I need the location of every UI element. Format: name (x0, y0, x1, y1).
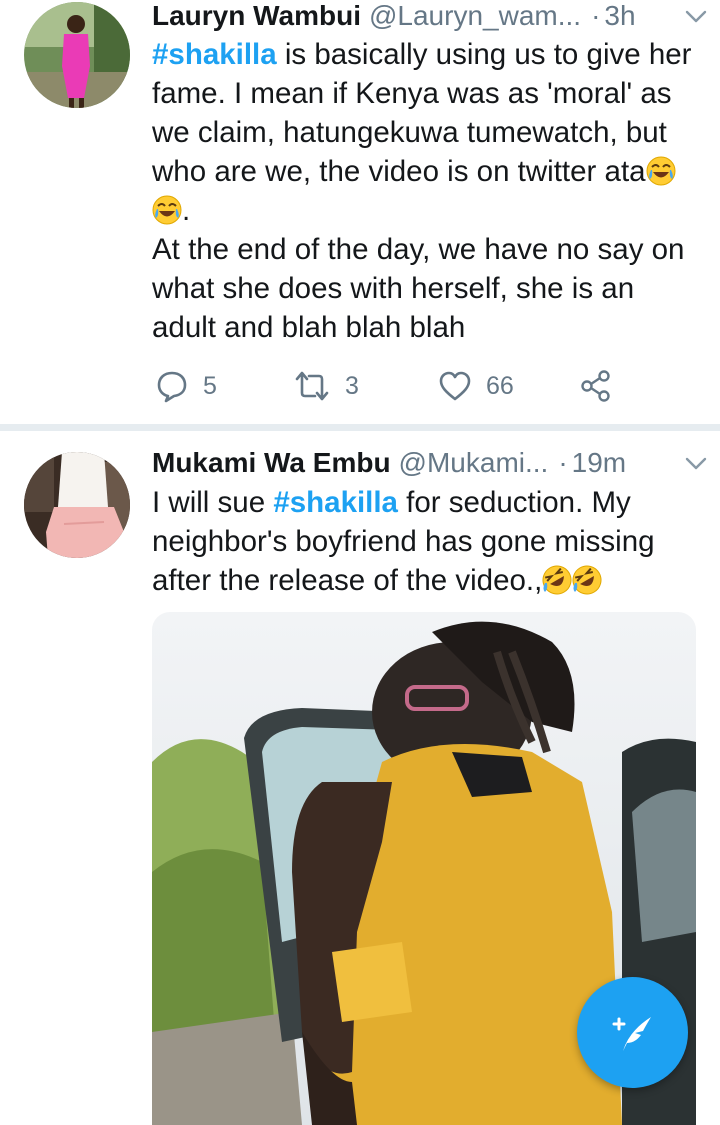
tweet-actions: 5 3 66 (155, 366, 635, 406)
like-button[interactable]: 66 (438, 366, 514, 406)
heart-icon (439, 371, 471, 401)
user-handle[interactable]: @Lauryn_wam... (369, 0, 581, 32)
tweet-paragraph: #shakilla is basically using us to give … (152, 35, 702, 230)
reply-count: 5 (203, 371, 217, 400)
chevron-down-icon[interactable] (684, 8, 708, 24)
tweet-divider (0, 424, 720, 431)
separator-dot: · (591, 0, 601, 31)
reply-icon (157, 371, 187, 403)
display-name[interactable]: Lauryn Wambui (152, 0, 361, 32)
tweet[interactable]: Lauryn Wambui @Lauryn_wam... · 3h #shaki… (0, 0, 720, 425)
timestamp[interactable]: 19m (572, 447, 626, 479)
like-count: 66 (486, 371, 514, 400)
hashtag-link[interactable]: #shakilla (152, 38, 277, 71)
avatar[interactable] (24, 452, 130, 558)
hashtag-link[interactable]: #shakilla (273, 486, 398, 519)
tweet-text: #shakilla is basically using us to give … (152, 35, 702, 347)
share-button[interactable] (579, 366, 613, 406)
retweet-count: 3 (345, 371, 359, 400)
face-with-tears-of-joy-icon (152, 195, 182, 225)
retweet-button[interactable]: 3 (293, 366, 359, 406)
rolling-on-the-floor-laughing-icon (572, 565, 602, 595)
chevron-down-icon[interactable] (684, 455, 708, 471)
timestamp[interactable]: 3h (604, 0, 635, 32)
tweet-text-segment: I will sue (152, 486, 274, 519)
compose-tweet-button[interactable] (577, 977, 688, 1088)
face-with-tears-of-joy-icon (646, 156, 676, 186)
tweet-paragraph: At the end of the day, we have no say on… (152, 233, 685, 344)
tweet-header: Lauryn Wambui @Lauryn_wam... · 3h (152, 0, 702, 33)
display-name[interactable]: Mukami Wa Embu (152, 447, 391, 479)
rolling-on-the-floor-laughing-icon (542, 565, 572, 595)
separator-dot: · (558, 447, 568, 478)
tweet-header: Mukami Wa Embu @Mukami... · 19m (152, 446, 702, 480)
compose-tweet-icon (612, 1016, 651, 1051)
retweet-icon (295, 371, 329, 401)
avatar[interactable] (24, 2, 130, 108)
reply-button[interactable]: 5 (155, 366, 217, 406)
share-icon (581, 370, 610, 402)
tweet-text: I will sue #shakilla for seduction. My n… (152, 483, 702, 600)
tweet-text-segment: . (182, 194, 191, 227)
tweet-paragraph: I will sue #shakilla for seduction. My n… (152, 483, 702, 600)
user-handle[interactable]: @Mukami... (399, 447, 549, 479)
